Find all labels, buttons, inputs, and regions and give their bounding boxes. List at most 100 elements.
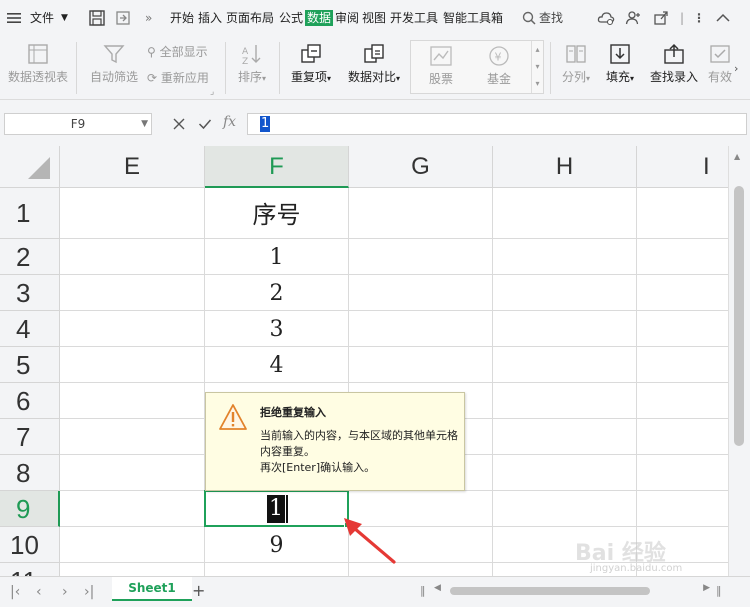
duplicates-button[interactable]: 重复项▾ <box>284 42 338 86</box>
data-compare-button[interactable]: 数据对比▾ <box>343 42 405 86</box>
autofilter-label: 自动筛选 <box>89 70 138 84</box>
cell-f1[interactable]: 序号 <box>205 198 348 232</box>
fill-button[interactable]: 填充▾ <box>600 42 640 86</box>
dropdown-arrow-icon: ▾ <box>586 74 591 83</box>
row-header-3[interactable]: 3 <box>0 275 60 311</box>
confirm-entry-icon[interactable] <box>198 117 212 131</box>
text-cursor <box>286 495 288 523</box>
cell-f2[interactable]: 1 <box>205 242 348 274</box>
vertical-scroll-thumb[interactable] <box>734 186 744 446</box>
find-entry-button[interactable]: 查找录入 <box>646 42 702 84</box>
share-user-icon[interactable] <box>624 9 642 27</box>
ribbon-toolbar: 数据透视表 自动筛选 ⚲ 全部显示 ⟳ 重新应用 ⌟ AZ 排序▾ 重复项▾ 数… <box>0 36 750 100</box>
red-annotation-arrow-icon <box>344 518 396 564</box>
row-header-8[interactable]: 8 <box>0 455 60 491</box>
row-header-10[interactable]: 10 <box>0 527 60 563</box>
split-columns-label: 分列 <box>561 70 586 84</box>
validity-button[interactable]: 有效 <box>705 42 735 84</box>
cancel-entry-icon[interactable] <box>172 117 186 131</box>
cell-f10[interactable]: 9 <box>205 530 348 562</box>
export-icon[interactable] <box>114 9 132 27</box>
filter-options-launcher[interactable]: ⌟ <box>210 84 214 100</box>
column-header-f[interactable]: F <box>205 146 349 188</box>
column-header-i[interactable]: I <box>637 146 728 188</box>
active-cell-f9[interactable]: 1 <box>204 490 349 527</box>
row-header-5[interactable]: 5 <box>0 347 60 383</box>
select-all-corner[interactable] <box>0 146 60 188</box>
scroll-up-icon[interactable]: ▲ <box>734 152 740 161</box>
select-all-triangle-icon <box>28 157 50 179</box>
search-icon[interactable] <box>521 10 537 26</box>
split-columns-button[interactable]: 分列▾ <box>556 42 596 86</box>
ribbon-scroll-right-icon[interactable]: › <box>734 62 738 75</box>
more-options-icon[interactable]: ⋮ <box>693 10 705 26</box>
tab-view[interactable]: 视图 <box>362 10 386 26</box>
row-header-2[interactable]: 2 <box>0 239 60 275</box>
gallery-scroll[interactable]: ▴ ▾ ▾ <box>531 41 543 93</box>
name-box-value: F9 <box>70 117 86 131</box>
formula-bar: F9 ▼ fx 1 <box>0 100 750 146</box>
more-tools-icon[interactable]: » <box>145 10 152 26</box>
cell-f5[interactable]: 4 <box>205 350 348 382</box>
row-header-1[interactable]: 1 <box>0 188 60 239</box>
autofilter-button[interactable]: 自动筛选 <box>86 42 142 84</box>
prev-sheet-icon[interactable]: ‹ <box>36 584 42 600</box>
vertical-scrollbar[interactable]: ▲ <box>728 146 750 576</box>
ribbon-divider <box>550 42 551 94</box>
scroll-right-icon[interactable]: ▶ <box>703 583 710 593</box>
scroll-split-handle[interactable]: ‖ <box>716 584 722 597</box>
horizontal-scroll-thumb[interactable] <box>450 587 650 595</box>
tab-formulas[interactable]: 公式 <box>279 10 303 26</box>
row-header-7[interactable]: 7 <box>0 419 60 455</box>
row-header-9[interactable]: 9 <box>0 491 60 527</box>
pivot-table-button[interactable]: 数据透视表 <box>6 42 70 84</box>
first-sheet-icon[interactable]: |‹ <box>10 584 20 600</box>
row-header-4[interactable]: 4 <box>0 311 60 347</box>
search-label[interactable]: 查找 <box>539 10 563 26</box>
horizontal-scrollbar[interactable]: ◀ ▶ <box>428 583 710 598</box>
chevron-down-icon[interactable]: ▼ <box>61 10 68 26</box>
tab-developer[interactable]: 开发工具 <box>390 10 438 26</box>
column-header-h[interactable]: H <box>493 146 637 188</box>
add-sheet-button[interactable]: + <box>192 581 205 600</box>
duplicate-warning-tooltip: 拒绝重复输入 当前输入的内容，与本区域的其他单元格内容重复。 再次[Enter]… <box>205 392 465 491</box>
column-header-e[interactable]: E <box>60 146 205 188</box>
tooltip-hint: 再次[Enter]确认输入。 <box>260 461 376 474</box>
data-compare-label: 数据对比 <box>347 70 396 84</box>
tab-data[interactable]: 数据 <box>305 10 334 26</box>
scroll-left-icon[interactable]: ◀ <box>434 583 441 593</box>
file-menu[interactable]: 文件 <box>30 10 54 26</box>
reapply-button[interactable]: ⟳ 重新应用 <box>147 70 209 86</box>
export-share-icon[interactable] <box>652 9 670 27</box>
fill-down-icon <box>610 44 630 64</box>
svg-text:A: A <box>242 47 249 57</box>
cell-f4[interactable]: 3 <box>205 314 348 346</box>
tab-home[interactable]: 开始 <box>170 10 194 26</box>
next-sheet-icon[interactable]: › <box>62 584 68 600</box>
tab-split-handle[interactable]: ‖ <box>420 584 426 597</box>
column-header-g[interactable]: G <box>349 146 493 188</box>
row-header-11[interactable]: 11 <box>0 563 60 576</box>
tab-review[interactable]: 审阅 <box>335 10 359 26</box>
stocks-button[interactable]: 股票 <box>419 44 463 86</box>
funds-button[interactable]: ¥ 基金 <box>477 44 521 86</box>
chevron-down-icon[interactable]: ▼ <box>141 114 148 134</box>
save-icon[interactable] <box>88 9 106 27</box>
tab-page-layout[interactable]: 页面布局 <box>226 10 274 26</box>
show-all-icon: ⚲ <box>147 45 156 59</box>
sheet-tab-sheet1[interactable]: Sheet1 <box>112 577 192 601</box>
insert-function-button[interactable]: fx <box>223 114 236 130</box>
row-header-6[interactable]: 6 <box>0 383 60 419</box>
sort-button[interactable]: AZ 排序▾ <box>230 42 274 86</box>
menu-bar: 文件 ▼ » 开始 插入 页面布局 公式 数据 审阅 视图 开发工具 智能工具箱… <box>0 0 750 36</box>
cloud-sync-icon[interactable] <box>597 9 615 27</box>
formula-input[interactable]: 1 <box>247 113 747 135</box>
hamburger-menu-icon[interactable] <box>6 10 22 26</box>
cell-f3[interactable]: 2 <box>205 278 348 310</box>
show-all-button[interactable]: ⚲ 全部显示 <box>147 44 208 60</box>
name-box[interactable]: F9 ▼ <box>4 113 152 135</box>
tab-insert[interactable]: 插入 <box>198 10 222 26</box>
tab-smart-toolbox[interactable]: 智能工具箱 <box>443 10 503 26</box>
collapse-ribbon-icon[interactable] <box>714 9 732 27</box>
last-sheet-icon[interactable]: ›| <box>84 584 94 600</box>
